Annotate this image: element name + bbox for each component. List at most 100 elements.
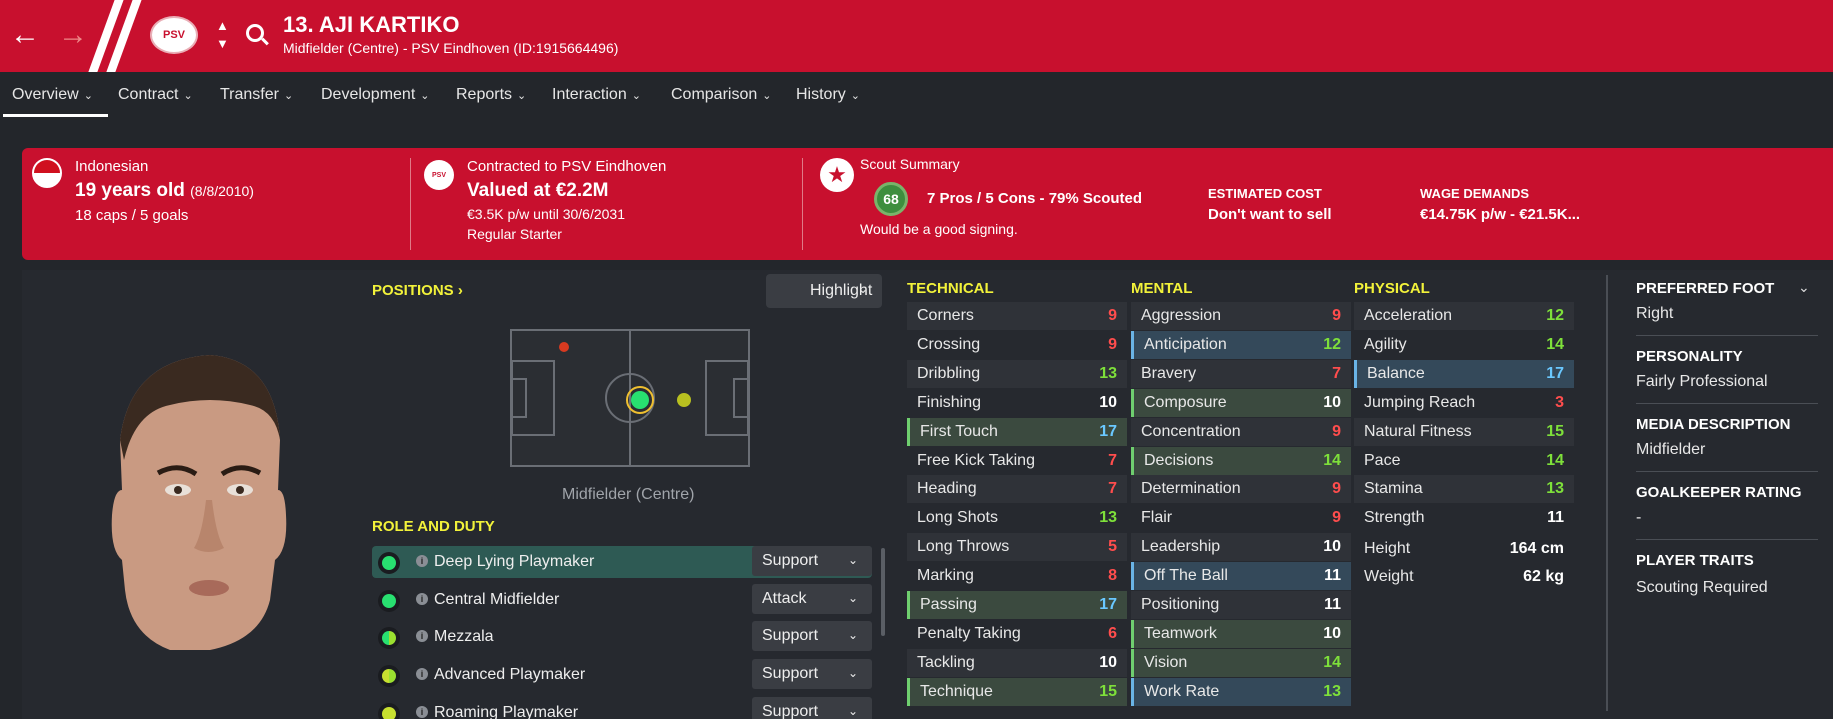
technical-attribute-row[interactable]: Tackling 10 xyxy=(907,648,1127,677)
mental-attribute-row[interactable]: Flair 9 xyxy=(1131,504,1351,532)
technical-attribute-row[interactable]: Heading 7 xyxy=(907,475,1127,504)
preferred-foot-title: PREFERRED FOOT xyxy=(1636,280,1775,297)
attribute-value: 3 xyxy=(1555,393,1564,411)
mental-attribute-row[interactable]: Leadership 10 xyxy=(1131,533,1351,562)
technical-attribute-row[interactable]: Marking 8 xyxy=(907,562,1127,590)
mental-attribute-row[interactable]: Anticipation 12 xyxy=(1131,330,1351,359)
attribute-name: Crossing xyxy=(917,335,981,353)
search-icon[interactable] xyxy=(246,24,264,42)
technical-title: TECHNICAL xyxy=(907,280,994,297)
duty-dropdown[interactable]: Attack ⌄ xyxy=(752,584,872,614)
forward-arrow-icon[interactable]: → xyxy=(58,18,88,52)
positions-title[interactable]: POSITIONS › xyxy=(372,282,463,299)
tab-overview[interactable]: Overview ⌄ xyxy=(12,86,93,104)
mental-attribute-row[interactable]: Work Rate 13 xyxy=(1131,677,1351,706)
tab-reports[interactable]: Reports ⌄ xyxy=(456,86,526,104)
mental-attribute-row[interactable]: Determination 9 xyxy=(1131,475,1351,504)
previous-player-icon[interactable]: ▲ xyxy=(216,18,229,33)
club-badge-icon[interactable]: PSV xyxy=(150,16,198,54)
attribute-value: 14 xyxy=(1546,335,1564,353)
technical-attribute-row[interactable]: Penalty Taking 6 xyxy=(907,620,1127,648)
mental-attribute-row[interactable]: Vision 14 xyxy=(1131,648,1351,677)
attribute-value: 8 xyxy=(1108,567,1117,585)
attribute-name: Technique xyxy=(920,682,993,700)
physical-attribute-row[interactable]: Acceleration 12 xyxy=(1354,302,1574,330)
role-row[interactable]: i Mezzala Support ⌄ xyxy=(372,621,872,653)
attribute-value: 14 xyxy=(1323,653,1341,671)
highlight-dropdown[interactable]: Highlight ⌄ xyxy=(766,274,882,308)
estimated-cost-label: ESTIMATED COST xyxy=(1208,186,1322,201)
attribute-value: 9 xyxy=(1332,509,1341,527)
player-traits-title: PLAYER TRAITS xyxy=(1636,552,1754,569)
technical-attribute-row[interactable]: Free Kick Taking 7 xyxy=(907,447,1127,475)
info-icon[interactable]: i xyxy=(416,593,428,605)
role-row[interactable]: i Deep Lying Playmaker Support ⌄ xyxy=(372,546,872,578)
scout-summary-title[interactable]: Scout Summary xyxy=(860,156,960,172)
physical-attribute-row[interactable]: Jumping Reach 3 xyxy=(1354,389,1574,417)
duty-dropdown[interactable]: Support ⌄ xyxy=(752,546,872,576)
attribute-value: 17 xyxy=(1546,364,1564,382)
mental-attribute-row[interactable]: Bravery 7 xyxy=(1131,359,1351,388)
technical-attribute-row[interactable]: Long Shots 13 xyxy=(907,504,1127,532)
mental-attribute-row[interactable]: Off The Ball 11 xyxy=(1131,562,1351,591)
technical-attribute-row[interactable]: Technique 15 xyxy=(907,677,1127,706)
mental-attribute-row[interactable]: Composure 10 xyxy=(1131,388,1351,417)
duty-dropdown[interactable]: Support ⌄ xyxy=(752,697,872,719)
physical-attribute-row[interactable]: Agility 14 xyxy=(1354,331,1574,359)
indonesia-flag-icon xyxy=(32,158,62,188)
attribute-value: 13 xyxy=(1099,364,1117,382)
role-row[interactable]: i Advanced Playmaker Support ⌄ xyxy=(372,659,872,691)
tab-comparison[interactable]: Comparison ⌄ xyxy=(671,86,771,104)
physical-attribute-row[interactable]: Stamina 13 xyxy=(1354,475,1574,504)
next-player-icon[interactable]: ▼ xyxy=(216,36,229,51)
role-row[interactable]: i Roaming Playmaker Support ⌄ xyxy=(372,697,872,719)
attribute-name: Teamwork xyxy=(1144,624,1217,642)
tab-transfer[interactable]: Transfer ⌄ xyxy=(220,86,293,104)
attribute-name: Anticipation xyxy=(1144,335,1227,353)
player-value: Valued at €2.2M xyxy=(467,180,609,201)
tab-development[interactable]: Development ⌄ xyxy=(321,86,430,104)
duty-dropdown[interactable]: Support ⌄ xyxy=(752,621,872,651)
technical-attribute-row[interactable]: Passing 17 xyxy=(907,591,1127,619)
attribute-name: Flair xyxy=(1141,509,1173,527)
mental-attribute-row[interactable]: Teamwork 10 xyxy=(1131,619,1351,648)
technical-attribute-row[interactable]: Corners 9 xyxy=(907,302,1127,330)
mental-attribute-row[interactable]: Positioning 11 xyxy=(1131,591,1351,619)
attribute-name: Aggression xyxy=(1141,307,1222,324)
scout-rating-badge: 68 xyxy=(874,182,908,216)
info-icon[interactable]: i xyxy=(416,630,428,642)
info-icon[interactable]: i xyxy=(416,555,428,567)
attribute-name: Passing xyxy=(920,596,977,613)
duty-dropdown[interactable]: Support ⌄ xyxy=(752,659,872,689)
contract-club[interactable]: Contracted to PSV Eindhoven xyxy=(467,158,666,175)
attribute-value: 9 xyxy=(1332,480,1341,498)
info-icon[interactable]: i xyxy=(416,668,428,680)
attribute-name: Tackling xyxy=(917,653,975,671)
mental-attribute-row[interactable]: Aggression 9 xyxy=(1131,302,1351,330)
physical-attribute-row[interactable]: Balance 17 xyxy=(1354,359,1574,388)
physical-attribute-row[interactable]: Natural Fitness 15 xyxy=(1354,417,1574,446)
attribute-value: 10 xyxy=(1323,393,1341,411)
physical-attribute-row[interactable]: Strength 11 xyxy=(1354,504,1574,532)
mental-attribute-row[interactable]: Decisions 14 xyxy=(1131,446,1351,475)
tab-interaction[interactable]: Interaction ⌄ xyxy=(552,86,641,104)
tab-contract[interactable]: Contract ⌄ xyxy=(118,86,193,104)
technical-attribute-row[interactable]: First Touch 17 xyxy=(907,417,1127,446)
roles-scrollbar[interactable] xyxy=(881,548,885,636)
attribute-name: Strength xyxy=(1364,509,1425,527)
technical-attribute-row[interactable]: Long Throws 5 xyxy=(907,533,1127,562)
role-row[interactable]: i Central Midfielder Attack ⌄ xyxy=(372,584,872,616)
technical-attribute-row[interactable]: Dribbling 13 xyxy=(907,359,1127,388)
chevron-down-icon[interactable]: ⌄ xyxy=(1798,279,1810,296)
attribute-value: 7 xyxy=(1108,480,1117,498)
tab-history[interactable]: History ⌄ xyxy=(796,86,860,104)
info-icon[interactable]: i xyxy=(416,706,428,718)
preferred-foot-value: Right xyxy=(1636,305,1674,322)
back-arrow-icon[interactable]: ← xyxy=(10,18,40,52)
mental-attribute-row[interactable]: Concentration 9 xyxy=(1131,417,1351,446)
attribute-value: 13 xyxy=(1099,509,1117,527)
technical-attribute-row[interactable]: Finishing 10 xyxy=(907,389,1127,417)
technical-attribute-row[interactable]: Crossing 9 xyxy=(907,331,1127,359)
physical-attribute-row[interactable]: Pace 14 xyxy=(1354,447,1574,475)
attribute-name: Balance xyxy=(1367,364,1425,382)
